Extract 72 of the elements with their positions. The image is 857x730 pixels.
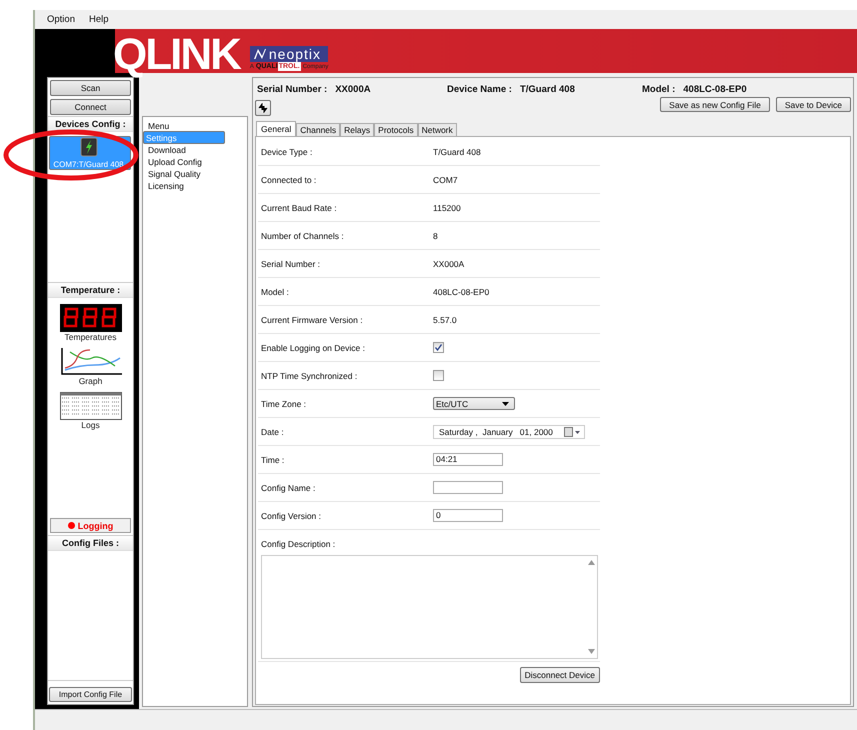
seven-segment-icon bbox=[60, 304, 122, 332]
field-value: 5.57.0 bbox=[433, 314, 457, 324]
section-header: Config Files : bbox=[48, 535, 133, 551]
header-label: Device Name : bbox=[447, 84, 512, 95]
tool-label[interactable]: Temperatures bbox=[64, 332, 116, 342]
header-value: 408LC-08-EP0 bbox=[683, 84, 747, 95]
field-label: Time Zone : bbox=[260, 398, 308, 408]
field-label: Number of Channels : bbox=[260, 230, 345, 240]
field-value: T/Guard 408 bbox=[433, 146, 481, 156]
tool-label[interactable]: Logs bbox=[81, 420, 100, 430]
field-value: XX000A bbox=[433, 258, 464, 268]
tab[interactable]: Relays bbox=[340, 123, 374, 136]
menu-item[interactable]: Option bbox=[47, 14, 75, 25]
field-label: Config Version : bbox=[260, 510, 322, 520]
input-field[interactable] bbox=[433, 481, 503, 494]
field-label: Connected to : bbox=[260, 174, 318, 184]
disconnect-button[interactable]: Disconnect Device bbox=[520, 667, 600, 683]
checkbox[interactable] bbox=[433, 370, 444, 381]
field-label: Enable Logging on Device : bbox=[260, 342, 366, 352]
device-icon bbox=[80, 137, 98, 157]
field-label: Serial Number : bbox=[260, 258, 322, 268]
field-value: 115200 bbox=[433, 202, 461, 212]
field-value: 8 bbox=[433, 230, 438, 240]
section-header: Temperature : bbox=[48, 282, 133, 298]
header-value: XX000A bbox=[335, 84, 371, 95]
tab[interactable]: Protocols bbox=[374, 123, 418, 136]
menu-item[interactable]: Signal Quality bbox=[143, 168, 247, 180]
timezone-dropdown[interactable]: Etc/UTC bbox=[433, 397, 515, 410]
header-button[interactable]: Save as new Config File bbox=[660, 97, 770, 112]
brand-logo: neoptix bbox=[250, 46, 328, 62]
menu-item[interactable]: Help bbox=[89, 14, 109, 25]
side-button[interactable]: Connect bbox=[50, 99, 131, 115]
input-field[interactable]: 04:21 bbox=[433, 453, 503, 466]
n-mark-icon bbox=[252, 48, 267, 60]
tab[interactable]: Channels bbox=[296, 123, 340, 136]
field-label: Time : bbox=[260, 454, 286, 464]
checkbox[interactable] bbox=[433, 342, 444, 353]
menu-item[interactable]: Download bbox=[143, 144, 247, 156]
menu-item[interactable]: Upload Config bbox=[143, 156, 247, 168]
field-value: 408LC-08-EP0 bbox=[433, 286, 490, 296]
header-label: Serial Number : bbox=[257, 84, 328, 95]
field-label: Model : bbox=[260, 286, 290, 296]
line-chart-icon bbox=[60, 348, 122, 376]
side-button[interactable]: Scan bbox=[50, 80, 131, 96]
field-label: Config Name : bbox=[260, 482, 316, 492]
date-picker[interactable]: Saturday , January 01, 2000 bbox=[433, 424, 585, 438]
tab[interactable]: Network bbox=[418, 123, 457, 136]
field-label: Current Baud Rate : bbox=[260, 202, 338, 212]
header-button[interactable]: Save to Device bbox=[776, 97, 851, 112]
header-label: Model : bbox=[642, 84, 676, 95]
header-value: T/Guard 408 bbox=[520, 84, 575, 95]
description-field[interactable] bbox=[261, 555, 598, 659]
table-icon bbox=[60, 392, 122, 420]
menu-title: Menu bbox=[147, 121, 170, 131]
logging-status: Logging bbox=[50, 518, 131, 533]
field-label: Config Description : bbox=[260, 539, 336, 549]
field-label: Current Firmware Version : bbox=[260, 314, 364, 324]
tool-label[interactable]: Graph bbox=[78, 376, 102, 386]
menu-item[interactable]: Licensing bbox=[143, 180, 247, 192]
field-value: COM7 bbox=[433, 174, 458, 184]
dropdown-arrow-icon bbox=[502, 402, 509, 406]
field-label: Date : bbox=[260, 426, 285, 436]
import-button[interactable]: Import Config File bbox=[49, 687, 132, 702]
calendar-icon bbox=[564, 426, 580, 436]
scroll-down-icon bbox=[588, 649, 594, 654]
field-label: NTP Time Synchronized : bbox=[260, 370, 358, 380]
input-field[interactable]: 0 bbox=[433, 509, 503, 522]
section-header: Devices Config : bbox=[48, 116, 133, 132]
refresh-button[interactable] bbox=[255, 100, 271, 116]
field-label: Device Type : bbox=[260, 146, 314, 156]
tab[interactable]: General bbox=[256, 121, 296, 136]
scroll-up-icon bbox=[588, 560, 594, 565]
